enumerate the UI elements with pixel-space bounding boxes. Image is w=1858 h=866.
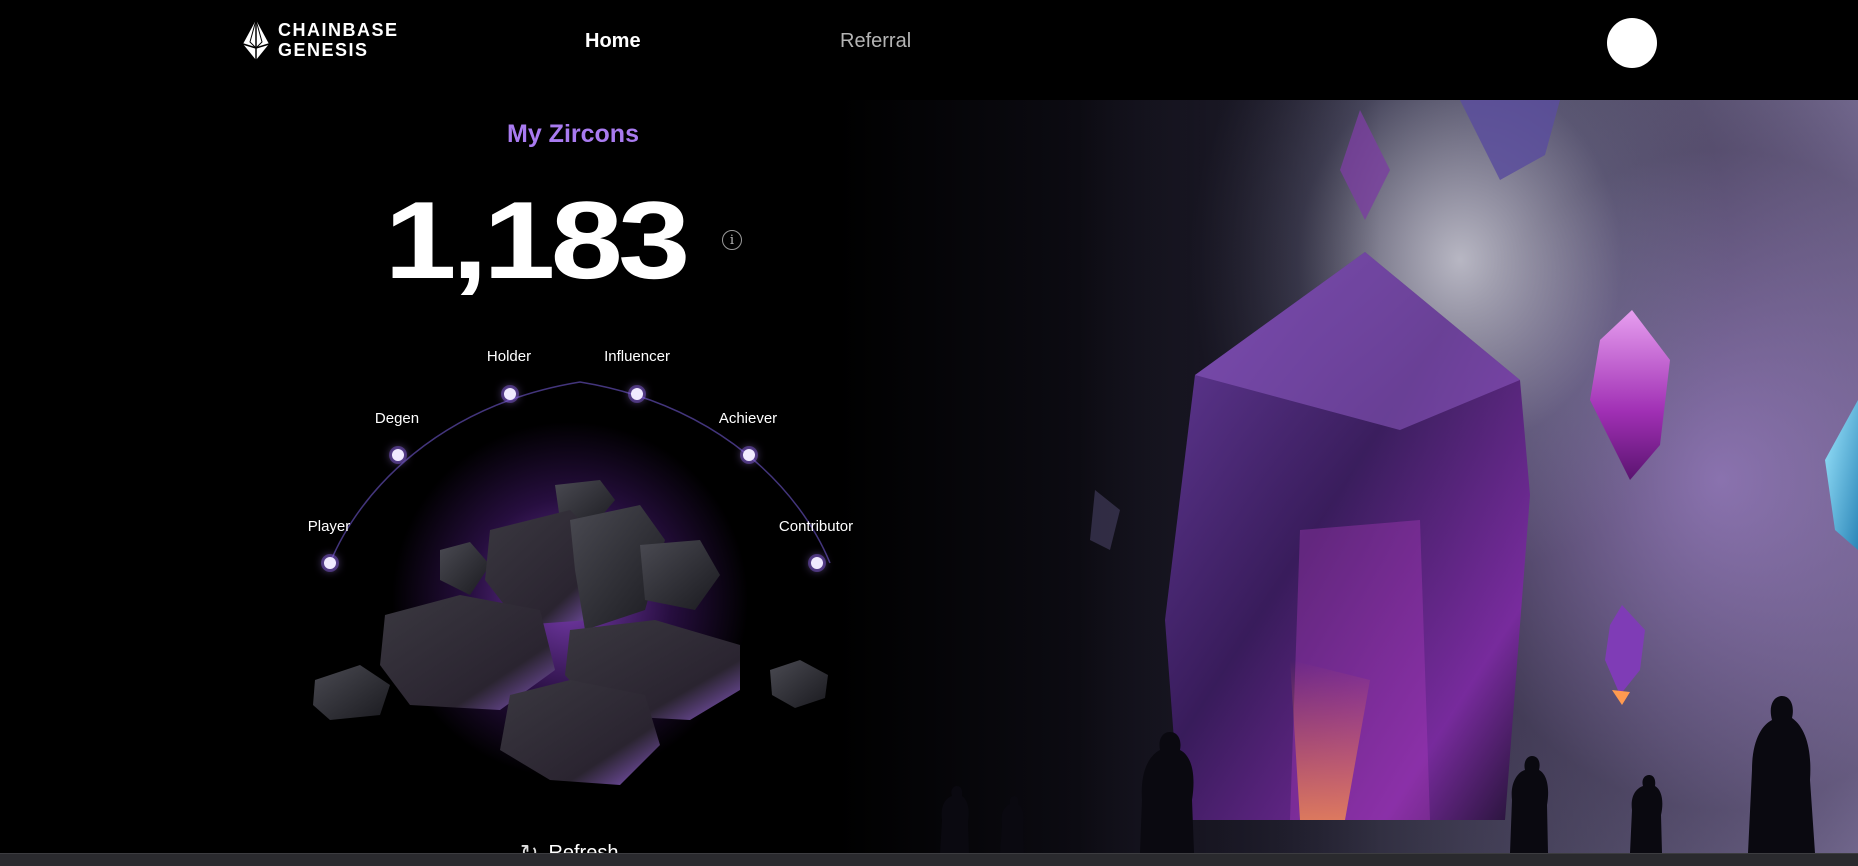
brand-line-1: CHAINBASE xyxy=(278,20,399,40)
hero-background xyxy=(0,100,1858,853)
tier-label-achiever: Achiever xyxy=(718,410,778,427)
tier-label-degen: Degen xyxy=(374,410,420,427)
nav-referral-link[interactable]: Referral xyxy=(840,30,911,53)
zircons-title: My Zircons xyxy=(507,120,639,148)
tier-label-influencer: Influencer xyxy=(604,348,670,365)
brand-name: CHAINBASE GENESIS xyxy=(278,20,399,60)
tier-dot-achiever[interactable] xyxy=(743,449,755,461)
bottom-bar xyxy=(0,853,1858,866)
tier-dot-influencer[interactable] xyxy=(631,388,643,400)
diamond-crystal-icon xyxy=(242,18,270,62)
tier-dot-degen[interactable] xyxy=(392,449,404,461)
crystal-cave-artwork xyxy=(940,100,1858,853)
tier-label-contributor: Contributor xyxy=(778,518,854,535)
tier-dot-contributor[interactable] xyxy=(811,557,823,569)
tier-label-player: Player xyxy=(307,518,351,535)
top-nav: CHAINBASE GENESIS Home Referral xyxy=(0,0,1858,100)
zircon-stones-illustration xyxy=(313,480,828,785)
tier-label-holder: Holder xyxy=(486,348,532,365)
brand-logo[interactable]: CHAINBASE GENESIS xyxy=(242,18,399,62)
tier-dot-player[interactable] xyxy=(324,557,336,569)
zircons-count: 1,183 xyxy=(384,179,690,302)
nav-home-link[interactable]: Home xyxy=(585,30,641,53)
info-icon[interactable]: i xyxy=(722,230,742,250)
tier-dot-holder[interactable] xyxy=(504,388,516,400)
brand-line-2: GENESIS xyxy=(278,40,369,60)
pink-crystal xyxy=(1590,310,1670,480)
avatar[interactable] xyxy=(1607,18,1657,68)
